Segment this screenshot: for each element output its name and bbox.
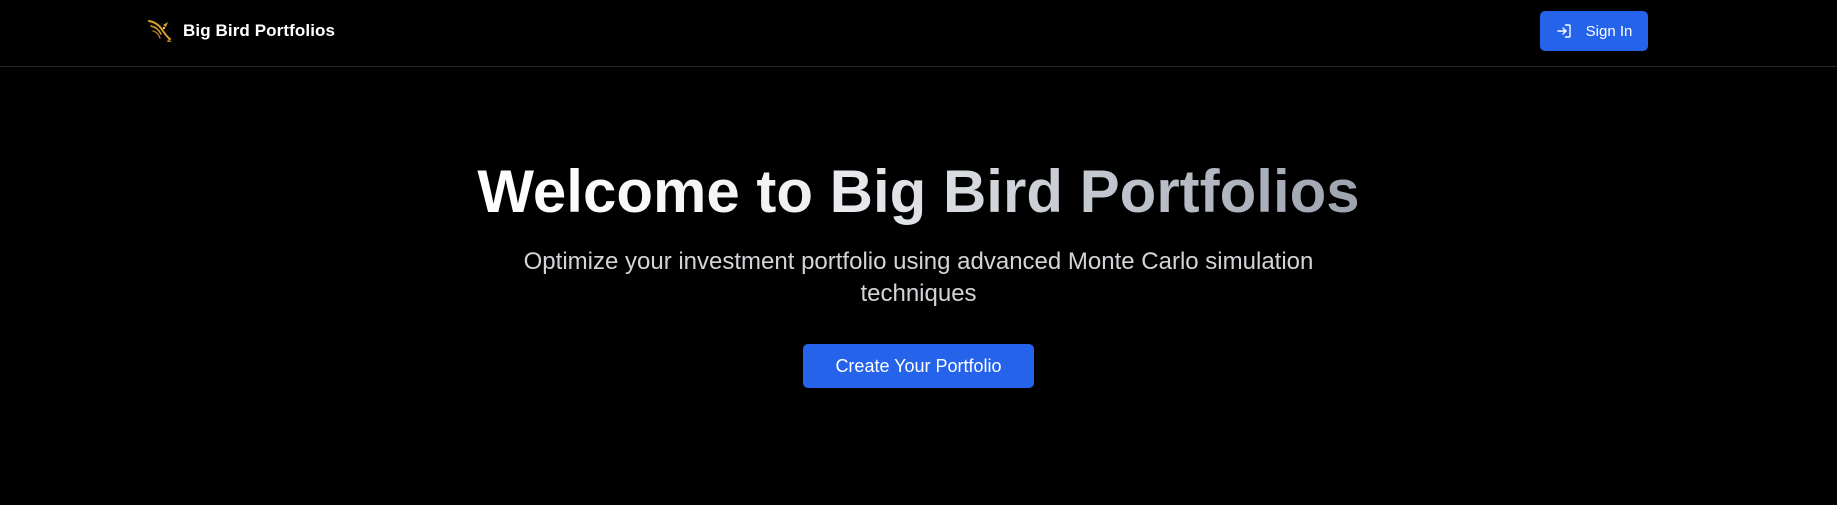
hero-section: Welcome to Big Bird Portfolios Optimize … [0,150,1837,388]
brand-name: Big Bird Portfolios [183,21,336,40]
create-portfolio-button[interactable]: Create Your Portfolio [803,344,1034,388]
hero-title: Welcome to Big Bird Portfolios [477,150,1359,234]
sign-in-icon [1556,23,1572,39]
brand-link[interactable]: Big Bird Portfolios [146,17,335,45]
sign-in-label: Sign In [1585,22,1633,40]
bird-logo-icon [146,17,174,45]
top-navbar: Big Bird Portfolios Sign In [0,0,1837,67]
hero-subtitle: Optimize your investment portfolio using… [523,248,1314,307]
sign-in-button[interactable]: Sign In [1540,11,1648,51]
